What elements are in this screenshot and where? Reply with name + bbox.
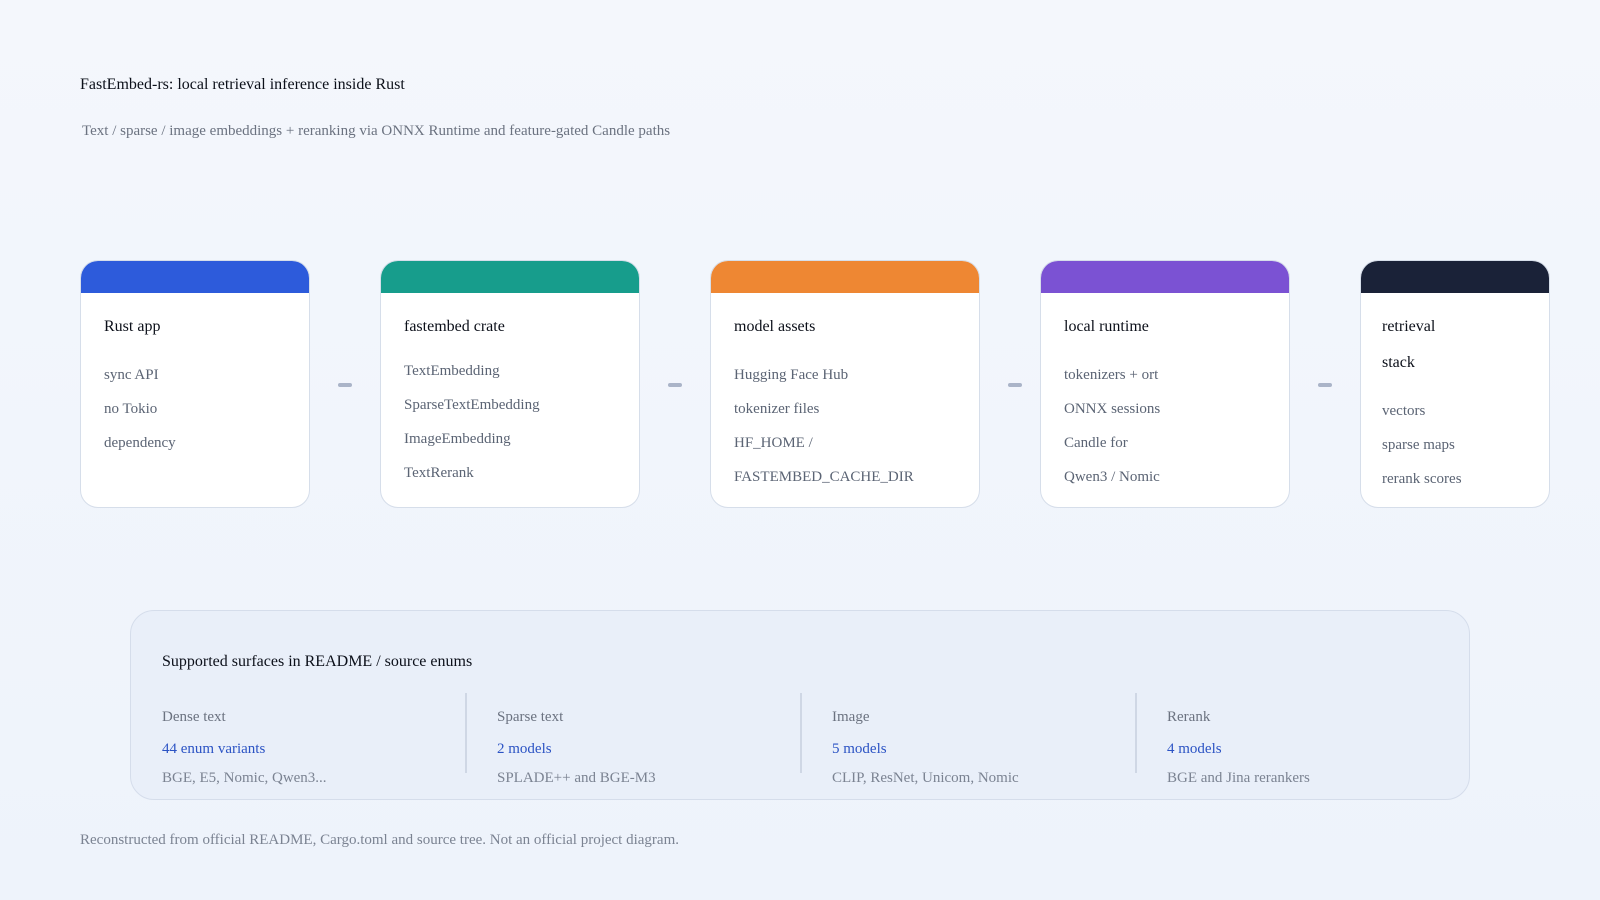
card-header-bar (81, 261, 309, 293)
card-title: retrieval (1382, 318, 1436, 335)
column-divider (1135, 693, 1137, 773)
stat-count: 44 enum variants (162, 741, 266, 757)
card-item: vectors (1382, 403, 1426, 419)
stat-count: 4 models (1167, 741, 1222, 757)
stat-detail: SPLADE++ and BGE-M3 (497, 770, 656, 786)
stat-detail: BGE, E5, Nomic, Qwen3... (162, 770, 327, 786)
card-item: rerank scores (1382, 471, 1462, 487)
stat-count: 5 models (832, 741, 887, 757)
card-title: model assets (734, 318, 816, 335)
card-header-bar (381, 261, 639, 293)
card-rust-app: Rust app sync API no Tokio dependency (80, 260, 310, 508)
card-title: Rust app (104, 318, 161, 335)
card-item: TextEmbedding (404, 363, 500, 379)
stat-rerank: Rerank 4 models BGE and Jina rerankers (1167, 693, 1467, 793)
stat-sparse-text: Sparse text 2 models SPLADE++ and BGE-M3 (497, 693, 797, 793)
card-item: sparse maps (1382, 437, 1455, 453)
card-item: tokenizer files (734, 401, 820, 417)
card-header-bar (711, 261, 979, 293)
column-divider (465, 693, 467, 773)
connector-arrow (668, 383, 682, 387)
supported-surfaces-panel: Supported surfaces in README / source en… (130, 610, 1470, 800)
card-item: Candle for (1064, 435, 1128, 451)
card-title: fastembed crate (404, 318, 505, 335)
stat-detail: CLIP, ResNet, Unicom, Nomic (832, 770, 1019, 786)
card-item: TextRerank (404, 465, 474, 481)
connector-arrow (1008, 383, 1022, 387)
stat-image: Image 5 models CLIP, ResNet, Unicom, Nom… (832, 693, 1132, 793)
card-model-assets: model assets Hugging Face Hub tokenizer … (710, 260, 980, 508)
card-header-bar (1361, 261, 1549, 293)
card-item: SparseTextEmbedding (404, 397, 540, 413)
card-title: stack (1382, 354, 1415, 371)
page-title: FastEmbed-rs: local retrieval inference … (80, 76, 405, 93)
card-item: Qwen3 / Nomic (1064, 469, 1160, 485)
card-title: local runtime (1064, 318, 1149, 335)
card-item: Hugging Face Hub (734, 367, 849, 383)
card-retrieval-stack: retrieval stack vectors sparse maps rera… (1360, 260, 1550, 508)
stat-label: Rerank (1167, 709, 1211, 725)
card-item: dependency (104, 435, 176, 451)
stat-label: Image (832, 709, 870, 725)
stat-detail: BGE and Jina rerankers (1167, 770, 1310, 786)
connector-arrow (338, 383, 352, 387)
footer-note: Reconstructed from official README, Carg… (80, 832, 679, 848)
column-divider (800, 693, 802, 773)
stat-label: Dense text (162, 709, 226, 725)
card-header-bar (1041, 261, 1289, 293)
stat-count: 2 models (497, 741, 552, 757)
card-item: ONNX sessions (1064, 401, 1161, 417)
stat-dense-text: Dense text 44 enum variants BGE, E5, Nom… (162, 693, 462, 793)
card-item: no Tokio (104, 401, 158, 417)
card-item: HF_HOME / (734, 435, 813, 451)
card-item: ImageEmbedding (404, 431, 511, 447)
panel-title: Supported surfaces in README / source en… (162, 653, 473, 670)
card-fastembed-crate: fastembed crate TextEmbedding SparseText… (380, 260, 640, 508)
card-item: tokenizers + ort (1064, 367, 1159, 383)
connector-arrow (1318, 383, 1332, 387)
card-local-runtime: local runtime tokenizers + ort ONNX sess… (1040, 260, 1290, 508)
stat-label: Sparse text (497, 709, 564, 725)
card-item: sync API (104, 367, 159, 383)
page-subtitle: Text / sparse / image embeddings + reran… (82, 123, 671, 139)
card-item: FASTEMBED_CACHE_DIR (734, 469, 914, 485)
